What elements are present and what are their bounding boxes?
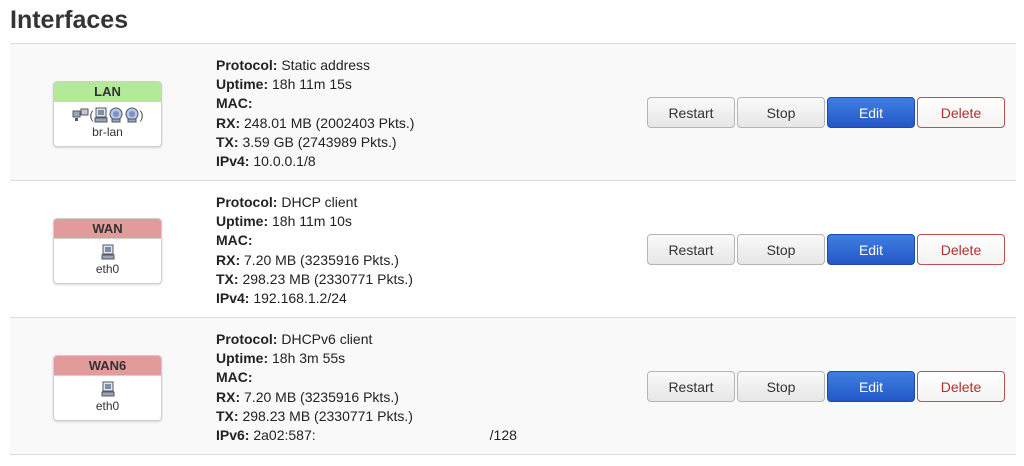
mac-label: MAC: <box>216 95 253 112</box>
protocol-value: Static address <box>281 57 371 73</box>
ipv6-prefix: 2a02:587: <box>253 426 316 443</box>
interface-name-wan: WAN <box>54 219 161 239</box>
rx-value: 7.20 MB (3235916 Pkts.) <box>244 388 399 405</box>
uptime-value: 18h 11m 10s <box>272 213 352 230</box>
interface-badge-lan: LAN () br-lan <box>53 81 162 147</box>
uptime-value: 18h 11m 15s <box>272 76 352 93</box>
device-name-lan: br-lan <box>92 125 123 139</box>
mac-label: MAC: <box>216 232 253 249</box>
stop-button-lan[interactable]: Stop <box>737 97 825 128</box>
device-icons-lan: () <box>54 105 161 125</box>
tx-label: TX: <box>216 133 239 150</box>
interface-name-lan: LAN <box>54 82 161 102</box>
page-title: Interfaces <box>10 6 129 34</box>
device-icons-wan6 <box>54 379 161 399</box>
ipv4-label: IPv4: <box>216 152 250 169</box>
ethernet-port-icon <box>94 107 108 123</box>
protocol-value: DHCPv6 client <box>281 331 373 347</box>
delete-button-wan[interactable]: Delete <box>917 234 1005 265</box>
network-bridge-icon <box>72 107 90 123</box>
edit-button-wan[interactable]: Edit <box>827 234 915 265</box>
interface-badge-wan: WAN eth0 <box>53 218 162 284</box>
device-icons-wan <box>54 242 161 262</box>
interface-info-wan6: Protocol: DHCPv6 client Uptime: 18h 3m 5… <box>216 330 517 445</box>
wireless-icon <box>124 107 140 123</box>
delete-button-lan[interactable]: Delete <box>917 97 1005 128</box>
interface-row-wan: WAN eth0 Protocol: DHCP client Uptime: 1… <box>10 181 1016 318</box>
protocol-value: DHCP client <box>281 194 358 210</box>
restart-button-wan[interactable]: Restart <box>647 234 735 265</box>
ethernet-port-icon <box>101 381 115 397</box>
uptime-label: Uptime: <box>216 350 269 367</box>
tx-value: 298.23 MB (2330771 Pkts.) <box>242 407 413 424</box>
uptime-value: 18h 3m 55s <box>272 350 346 367</box>
tx-label: TX: <box>216 407 239 424</box>
tx-value: 298.23 MB (2330771 Pkts.) <box>242 270 413 287</box>
ethernet-port-icon <box>101 244 115 260</box>
interface-info-lan: Protocol: Static address Uptime: 18h 11m… <box>216 56 414 171</box>
ipv6-suffix: /128 <box>489 426 517 443</box>
ipv6-label: IPv6: <box>216 426 250 443</box>
interface-badge-wan6: WAN6 eth0 <box>53 355 162 421</box>
restart-button-wan6[interactable]: Restart <box>647 371 735 402</box>
rx-label: RX: <box>216 114 241 131</box>
ipv4-value: 192.168.1.2/24 <box>253 289 347 306</box>
protocol-label: Protocol: <box>216 331 278 347</box>
device-name-wan: eth0 <box>95 262 120 276</box>
interface-name-wan6: WAN6 <box>54 356 161 376</box>
uptime-label: Uptime: <box>216 76 269 93</box>
ipv4-value: 10.0.0.1/8 <box>253 152 316 169</box>
tx-label: TX: <box>216 270 239 287</box>
ipv4-label: IPv4: <box>216 289 250 306</box>
tx-value: 3.59 GB (2743989 Pkts.) <box>242 133 397 150</box>
rx-value: 248.01 MB (2002403 Pkts.) <box>244 114 415 131</box>
rx-value: 7.20 MB (3235916 Pkts.) <box>244 251 399 268</box>
stop-button-wan[interactable]: Stop <box>737 234 825 265</box>
rx-label: RX: <box>216 251 241 268</box>
edit-button-wan6[interactable]: Edit <box>827 371 915 402</box>
uptime-label: Uptime: <box>216 213 269 230</box>
stop-button-wan6[interactable]: Stop <box>737 371 825 402</box>
protocol-label: Protocol: <box>216 57 278 73</box>
bridge-close-paren: ) <box>139 108 144 122</box>
protocol-label: Protocol: <box>216 194 278 210</box>
interfaces-table: LAN () br-lan Protocol: Static address … <box>10 43 1016 455</box>
rx-label: RX: <box>216 388 241 405</box>
device-name-wan6: eth0 <box>95 399 120 413</box>
mac-label: MAC: <box>216 369 253 386</box>
delete-button-wan6[interactable]: Delete <box>917 371 1005 402</box>
wireless-icon <box>108 107 124 123</box>
edit-button-lan[interactable]: Edit <box>827 97 915 128</box>
restart-button-lan[interactable]: Restart <box>647 97 735 128</box>
interface-info-wan: Protocol: DHCP client Uptime: 18h 11m 10… <box>216 193 413 308</box>
interface-row-wan6: WAN6 eth0 Protocol: DHCPv6 client Uptime… <box>10 318 1016 455</box>
interface-row-lan: LAN () br-lan Protocol: Static address … <box>10 44 1016 181</box>
